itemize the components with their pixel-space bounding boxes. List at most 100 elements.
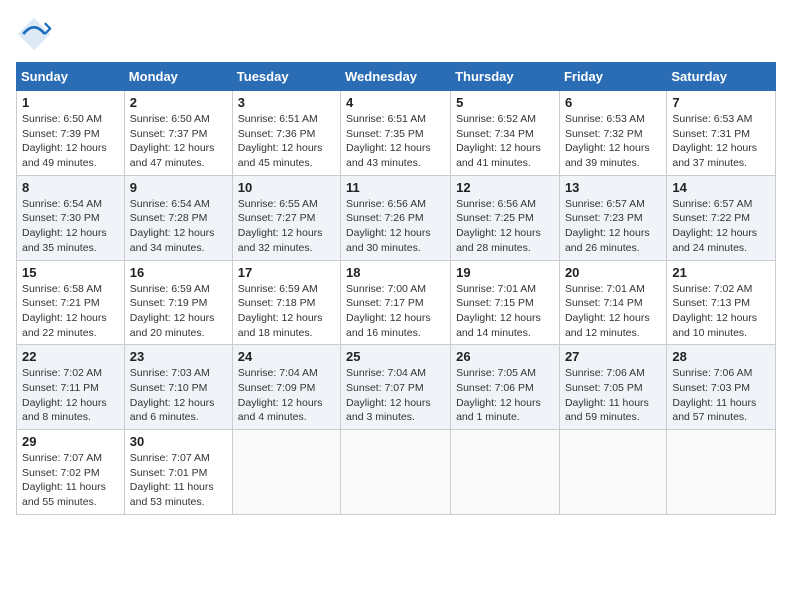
calendar-cell — [667, 430, 776, 515]
day-number: 11 — [346, 180, 445, 195]
calendar-cell: 19 Sunrise: 7:01 AMSunset: 7:15 PMDaylig… — [451, 260, 560, 345]
day-info: Sunrise: 6:54 AMSunset: 7:30 PMDaylight:… — [22, 197, 119, 256]
day-number: 28 — [672, 349, 770, 364]
calendar-header-sunday: Sunday — [17, 63, 125, 91]
day-number: 21 — [672, 265, 770, 280]
day-number: 13 — [565, 180, 661, 195]
day-info: Sunrise: 6:50 AMSunset: 7:37 PMDaylight:… — [130, 112, 227, 171]
calendar-cell: 28 Sunrise: 7:06 AMSunset: 7:03 PMDaylig… — [667, 345, 776, 430]
day-info: Sunrise: 6:51 AMSunset: 7:36 PMDaylight:… — [238, 112, 335, 171]
day-number: 6 — [565, 95, 661, 110]
page-header — [16, 16, 776, 52]
logo — [16, 16, 56, 52]
calendar-cell: 21 Sunrise: 7:02 AMSunset: 7:13 PMDaylig… — [667, 260, 776, 345]
day-info: Sunrise: 6:55 AMSunset: 7:27 PMDaylight:… — [238, 197, 335, 256]
day-number: 23 — [130, 349, 227, 364]
calendar-cell: 9 Sunrise: 6:54 AMSunset: 7:28 PMDayligh… — [124, 175, 232, 260]
day-info: Sunrise: 6:57 AMSunset: 7:22 PMDaylight:… — [672, 197, 770, 256]
calendar-cell — [341, 430, 451, 515]
day-info: Sunrise: 6:58 AMSunset: 7:21 PMDaylight:… — [22, 282, 119, 341]
day-number: 12 — [456, 180, 554, 195]
calendar-header-wednesday: Wednesday — [341, 63, 451, 91]
calendar-cell: 14 Sunrise: 6:57 AMSunset: 7:22 PMDaylig… — [667, 175, 776, 260]
day-number: 17 — [238, 265, 335, 280]
calendar-cell: 8 Sunrise: 6:54 AMSunset: 7:30 PMDayligh… — [17, 175, 125, 260]
day-number: 20 — [565, 265, 661, 280]
day-info: Sunrise: 7:02 AMSunset: 7:13 PMDaylight:… — [672, 282, 770, 341]
day-number: 29 — [22, 434, 119, 449]
day-info: Sunrise: 7:04 AMSunset: 7:09 PMDaylight:… — [238, 366, 335, 425]
day-number: 18 — [346, 265, 445, 280]
calendar-cell: 2 Sunrise: 6:50 AMSunset: 7:37 PMDayligh… — [124, 91, 232, 176]
day-info: Sunrise: 7:06 AMSunset: 7:05 PMDaylight:… — [565, 366, 661, 425]
day-number: 4 — [346, 95, 445, 110]
calendar-cell: 13 Sunrise: 6:57 AMSunset: 7:23 PMDaylig… — [559, 175, 666, 260]
calendar-cell — [559, 430, 666, 515]
day-number: 3 — [238, 95, 335, 110]
calendar-cell: 17 Sunrise: 6:59 AMSunset: 7:18 PMDaylig… — [232, 260, 340, 345]
calendar-cell: 25 Sunrise: 7:04 AMSunset: 7:07 PMDaylig… — [341, 345, 451, 430]
day-info: Sunrise: 6:52 AMSunset: 7:34 PMDaylight:… — [456, 112, 554, 171]
day-info: Sunrise: 6:50 AMSunset: 7:39 PMDaylight:… — [22, 112, 119, 171]
day-number: 24 — [238, 349, 335, 364]
calendar-header-tuesday: Tuesday — [232, 63, 340, 91]
calendar-cell: 29 Sunrise: 7:07 AMSunset: 7:02 PMDaylig… — [17, 430, 125, 515]
calendar-week-row-2: 8 Sunrise: 6:54 AMSunset: 7:30 PMDayligh… — [17, 175, 776, 260]
day-number: 8 — [22, 180, 119, 195]
calendar-cell: 5 Sunrise: 6:52 AMSunset: 7:34 PMDayligh… — [451, 91, 560, 176]
calendar-cell: 23 Sunrise: 7:03 AMSunset: 7:10 PMDaylig… — [124, 345, 232, 430]
day-info: Sunrise: 6:59 AMSunset: 7:19 PMDaylight:… — [130, 282, 227, 341]
day-info: Sunrise: 6:57 AMSunset: 7:23 PMDaylight:… — [565, 197, 661, 256]
day-number: 14 — [672, 180, 770, 195]
day-number: 9 — [130, 180, 227, 195]
day-info: Sunrise: 7:07 AMSunset: 7:02 PMDaylight:… — [22, 451, 119, 510]
calendar-cell: 4 Sunrise: 6:51 AMSunset: 7:35 PMDayligh… — [341, 91, 451, 176]
calendar-cell: 3 Sunrise: 6:51 AMSunset: 7:36 PMDayligh… — [232, 91, 340, 176]
calendar-cell: 18 Sunrise: 7:00 AMSunset: 7:17 PMDaylig… — [341, 260, 451, 345]
day-info: Sunrise: 7:00 AMSunset: 7:17 PMDaylight:… — [346, 282, 445, 341]
calendar-cell: 30 Sunrise: 7:07 AMSunset: 7:01 PMDaylig… — [124, 430, 232, 515]
day-number: 25 — [346, 349, 445, 364]
day-number: 7 — [672, 95, 770, 110]
calendar-week-row-3: 15 Sunrise: 6:58 AMSunset: 7:21 PMDaylig… — [17, 260, 776, 345]
day-info: Sunrise: 7:01 AMSunset: 7:14 PMDaylight:… — [565, 282, 661, 341]
calendar-header-saturday: Saturday — [667, 63, 776, 91]
day-number: 22 — [22, 349, 119, 364]
day-number: 30 — [130, 434, 227, 449]
day-info: Sunrise: 6:54 AMSunset: 7:28 PMDaylight:… — [130, 197, 227, 256]
logo-icon — [16, 16, 52, 52]
calendar-header-row: SundayMondayTuesdayWednesdayThursdayFrid… — [17, 63, 776, 91]
day-info: Sunrise: 7:04 AMSunset: 7:07 PMDaylight:… — [346, 366, 445, 425]
calendar-cell: 1 Sunrise: 6:50 AMSunset: 7:39 PMDayligh… — [17, 91, 125, 176]
day-number: 19 — [456, 265, 554, 280]
day-number: 1 — [22, 95, 119, 110]
day-info: Sunrise: 6:59 AMSunset: 7:18 PMDaylight:… — [238, 282, 335, 341]
day-info: Sunrise: 7:06 AMSunset: 7:03 PMDaylight:… — [672, 366, 770, 425]
calendar-cell: 6 Sunrise: 6:53 AMSunset: 7:32 PMDayligh… — [559, 91, 666, 176]
calendar-week-row-1: 1 Sunrise: 6:50 AMSunset: 7:39 PMDayligh… — [17, 91, 776, 176]
day-info: Sunrise: 7:02 AMSunset: 7:11 PMDaylight:… — [22, 366, 119, 425]
day-info: Sunrise: 6:51 AMSunset: 7:35 PMDaylight:… — [346, 112, 445, 171]
calendar-header-monday: Monday — [124, 63, 232, 91]
calendar-header-friday: Friday — [559, 63, 666, 91]
calendar-cell: 10 Sunrise: 6:55 AMSunset: 7:27 PMDaylig… — [232, 175, 340, 260]
day-info: Sunrise: 7:07 AMSunset: 7:01 PMDaylight:… — [130, 451, 227, 510]
calendar-header-thursday: Thursday — [451, 63, 560, 91]
day-info: Sunrise: 7:05 AMSunset: 7:06 PMDaylight:… — [456, 366, 554, 425]
calendar-cell: 16 Sunrise: 6:59 AMSunset: 7:19 PMDaylig… — [124, 260, 232, 345]
calendar-week-row-5: 29 Sunrise: 7:07 AMSunset: 7:02 PMDaylig… — [17, 430, 776, 515]
day-number: 2 — [130, 95, 227, 110]
day-number: 16 — [130, 265, 227, 280]
calendar-cell: 26 Sunrise: 7:05 AMSunset: 7:06 PMDaylig… — [451, 345, 560, 430]
day-info: Sunrise: 6:53 AMSunset: 7:32 PMDaylight:… — [565, 112, 661, 171]
day-number: 5 — [456, 95, 554, 110]
calendar-cell — [451, 430, 560, 515]
day-info: Sunrise: 7:01 AMSunset: 7:15 PMDaylight:… — [456, 282, 554, 341]
day-number: 27 — [565, 349, 661, 364]
calendar-cell: 12 Sunrise: 6:56 AMSunset: 7:25 PMDaylig… — [451, 175, 560, 260]
calendar-cell: 22 Sunrise: 7:02 AMSunset: 7:11 PMDaylig… — [17, 345, 125, 430]
day-number: 15 — [22, 265, 119, 280]
day-info: Sunrise: 6:56 AMSunset: 7:25 PMDaylight:… — [456, 197, 554, 256]
calendar-week-row-4: 22 Sunrise: 7:02 AMSunset: 7:11 PMDaylig… — [17, 345, 776, 430]
day-number: 26 — [456, 349, 554, 364]
